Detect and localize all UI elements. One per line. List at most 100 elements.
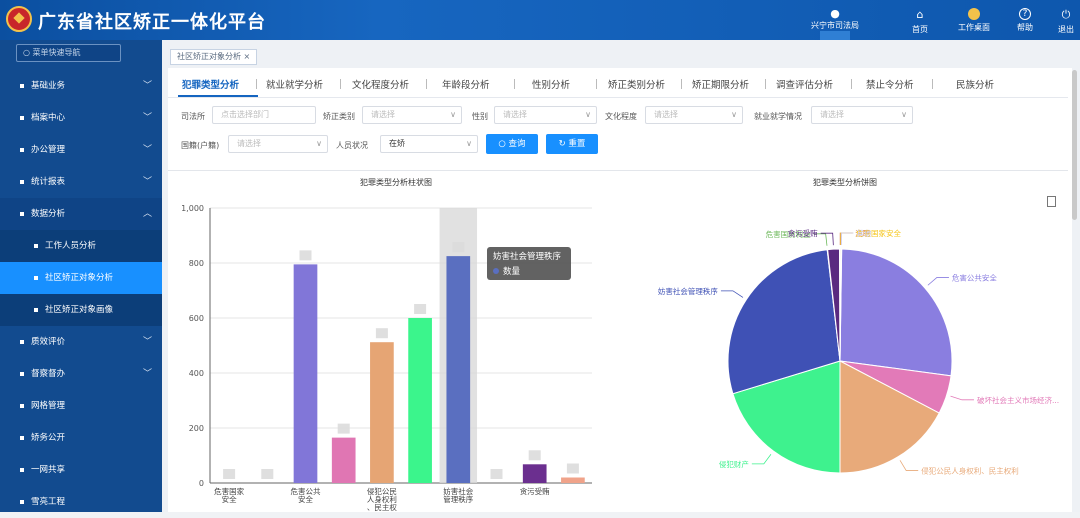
sidebar-item-data-analysis[interactable]: 数据分析 ︿ [0, 198, 162, 230]
category-select[interactable]: 请选择 ∨ [362, 106, 462, 124]
query-label: 查询 [508, 139, 526, 149]
sidebar-item-label: 工作人员分析 [45, 241, 97, 251]
menu-bullet-icon [20, 83, 24, 88]
menu-bullet-icon [34, 243, 38, 248]
help-button[interactable]: ? 帮助 [1017, 8, 1033, 33]
tab-age[interactable]: 年龄段分析 [442, 77, 490, 91]
search-icon: ○ [498, 139, 509, 149]
tab-separator [596, 79, 597, 89]
chevron-down-icon: ﹀ [142, 145, 152, 155]
tab-survey-evaluation[interactable]: 调查评估分析 [776, 77, 833, 91]
tab-separator [256, 79, 257, 89]
sidebar-item-quality[interactable]: 质效评价 ﹀ [0, 326, 162, 358]
download-icon[interactable] [1047, 196, 1056, 207]
judicial-placeholder: 点击选择部门 [221, 110, 269, 119]
chevron-down-icon: ∨ [450, 110, 456, 119]
tab-crime-type[interactable]: 犯罪类型分析 [182, 77, 239, 91]
tab-separator [851, 79, 852, 89]
category-label: 矫正类别 [323, 112, 355, 121]
sidebar-item-supervision[interactable]: 督察督办 ﹀ [0, 358, 162, 390]
open-page-tag[interactable]: 社区矫正对象分析 × [170, 49, 258, 65]
chevron-down-icon: ﹀ [142, 113, 152, 123]
job-placeholder: 请选择 [820, 110, 844, 119]
chevron-down-icon: ﹀ [142, 177, 152, 187]
job-label: 就业就学情况 [754, 112, 802, 121]
sidebar-item-office[interactable]: 办公管理 ﹀ [0, 134, 162, 166]
menu-bullet-icon [20, 371, 24, 376]
sidebar-item-label: 督察督办 [31, 369, 66, 379]
tab-injunction[interactable]: 禁止令分析 [866, 77, 914, 91]
judicial-select[interactable]: 点击选择部门 [212, 106, 316, 124]
tab-education[interactable]: 文化程度分析 [352, 77, 409, 91]
job-select[interactable]: 请选择 ∨ [811, 106, 913, 124]
reset-label: 重置 [568, 139, 586, 149]
tab-gender[interactable]: 性别分析 [532, 77, 570, 91]
scrollbar[interactable] [1072, 70, 1077, 220]
sidebar-item-label: 雪亮工程 [31, 497, 66, 507]
menu-bullet-icon [20, 211, 24, 216]
menu-bullet-icon [20, 467, 24, 472]
nation-select[interactable]: 请选择 ∨ [228, 135, 328, 153]
chevron-up-icon: ︿ [142, 209, 152, 219]
chevron-down-icon: ∨ [466, 139, 472, 148]
edu-label: 文化程度 [605, 112, 637, 121]
gender-select[interactable]: 请选择 ∨ [494, 106, 597, 124]
user-name-mask [820, 31, 850, 40]
sidebar-item-basic[interactable]: 基础业务 ﹀ [0, 70, 162, 102]
sidebar-item-label: 一网共享 [31, 465, 66, 475]
help-label: 帮助 [1017, 23, 1033, 32]
sidebar-item-sharp-eyes[interactable]: 雪亮工程 [0, 486, 162, 518]
gender-label: 性别 [472, 112, 488, 121]
status-value: 在矫 [389, 139, 405, 148]
sidebar-item-label: 矫务公开 [31, 433, 66, 443]
edu-placeholder: 请选择 [654, 110, 678, 119]
query-button[interactable]: ○ 查询 [486, 134, 538, 154]
logout-label: 退出 [1058, 25, 1074, 34]
tab-ethnicity[interactable]: 民族分析 [956, 77, 994, 91]
desk-icon [968, 8, 980, 20]
status-select[interactable]: 在矫 ∨ [380, 135, 478, 153]
home-button[interactable]: ⌂ 首页 [912, 8, 928, 35]
home-label: 首页 [912, 25, 928, 34]
sidebar-item-grid[interactable]: 网格管理 [0, 390, 162, 422]
tab-correction-category[interactable]: 矫正类别分析 [608, 77, 665, 91]
desk-button[interactable]: 工作桌面 [958, 8, 990, 33]
main-area: 社区矫正对象分析 × 犯罪类型分析 就业就学分析 文化程度分析 年龄段分析 性别… [162, 40, 1080, 512]
menu-bullet-icon [20, 435, 24, 440]
tab-separator [932, 79, 933, 89]
tab-employment[interactable]: 就业就学分析 [266, 77, 323, 91]
menu-search-placeholder: 菜单快速导航 [32, 48, 81, 57]
sidebar-item-share[interactable]: 一网共享 [0, 454, 162, 486]
user-menu[interactable]: ● 兴宁市司法局 [802, 8, 868, 40]
content-panel: 犯罪类型分析 就业就学分析 文化程度分析 年龄段分析 性别分析 矫正类别分析 矫… [168, 68, 1072, 512]
sidebar-item-label: 社区矫正对象分析 [45, 273, 114, 283]
reset-button[interactable]: ↻ 重置 [546, 134, 598, 154]
gender-placeholder: 请选择 [503, 110, 527, 119]
sidebar-item-public[interactable]: 矫务公开 [0, 422, 162, 454]
chevron-down-icon: ∨ [731, 110, 737, 119]
filter-divider [168, 170, 1068, 171]
help-icon: ? [1019, 8, 1031, 20]
emblem-logo [6, 6, 32, 32]
menu-search-input[interactable]: ○ 菜单快速导航 [16, 44, 121, 62]
edu-select[interactable]: 请选择 ∨ [645, 106, 743, 124]
chevron-down-icon: ﹀ [142, 369, 152, 379]
sidebar-item-reports[interactable]: 统计报表 ﹀ [0, 166, 162, 198]
sidebar-item-label: 社区矫正对象画像 [45, 305, 114, 315]
sidebar-item-label: 档案中心 [31, 113, 66, 123]
tab-separator [426, 79, 427, 89]
judicial-label: 司法所 [181, 112, 205, 121]
tab-separator [514, 79, 515, 89]
status-label: 人员状况 [336, 141, 368, 150]
user-icon: ● [830, 7, 840, 20]
sidebar-item-archive[interactable]: 档案中心 ﹀ [0, 102, 162, 134]
menu-bullet-icon [34, 307, 38, 312]
tab-correction-term[interactable]: 矫正期限分析 [692, 77, 749, 91]
menu-bullet-icon [34, 275, 38, 280]
sidebar-item-staff-analysis[interactable]: 工作人员分析 [0, 230, 162, 262]
tab-separator [340, 79, 341, 89]
tab-separator [765, 79, 766, 89]
logout-button[interactable]: ⏻ 退出 [1058, 8, 1074, 35]
sidebar-item-subject-portrait[interactable]: 社区矫正对象画像 [0, 294, 162, 326]
sidebar-item-subject-analysis[interactable]: 社区矫正对象分析 [0, 262, 162, 294]
